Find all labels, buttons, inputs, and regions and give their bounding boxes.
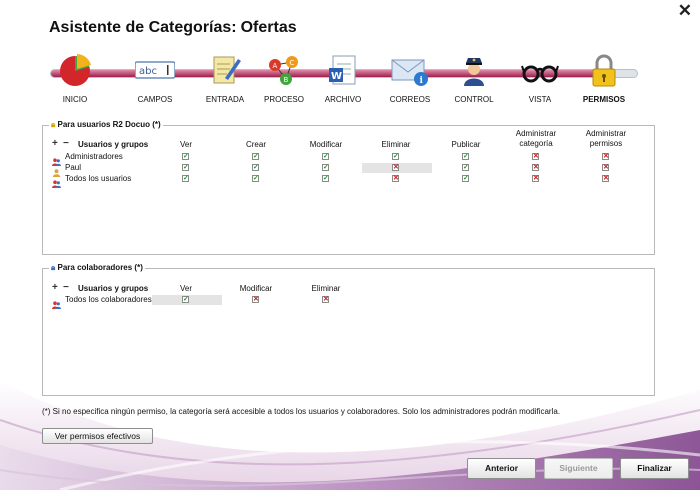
title-prefix: Asistente de Categorías: (49, 19, 237, 36)
remove-user-icon[interactable]: − (63, 139, 69, 149)
glasses-icon (521, 65, 559, 83)
permission-row-name[interactable]: Administradores (65, 152, 123, 161)
next-button[interactable]: Siguiente (544, 458, 613, 479)
padlock-icon: 🔒︎ (51, 120, 56, 129)
step-label: VISTA (528, 95, 552, 104)
svg-text:abc: abc (139, 66, 157, 77)
permission-checkbox-checked[interactable]: ✓ (182, 153, 189, 160)
footnote: (*) Si no especifica ningún permiso, la … (42, 407, 561, 416)
permission-checkbox-checked[interactable]: ✓ (182, 164, 189, 171)
permission-checkbox-checked[interactable]: ✓ (322, 164, 329, 171)
svg-text:W: W (331, 71, 342, 82)
users-panel-legend-text: Para usuarios R2 Docuo (*) (57, 120, 161, 129)
pie-chart-icon (60, 54, 91, 86)
user-group-icon (52, 296, 61, 309)
step-label: PERMISOS (582, 95, 626, 104)
col-eliminar: Eliminar (381, 140, 411, 149)
user-group-icon (52, 153, 61, 166)
col-crear: Crear (245, 140, 266, 149)
permission-checkbox-denied[interactable]: ✕ (392, 175, 399, 182)
collab-panel-legend-text: Para colaboradores (*) (57, 263, 143, 272)
col-modificar: Modificar (309, 140, 343, 149)
permission-checkbox-checked[interactable]: ✓ (182, 175, 189, 182)
step-label: CAMPOS (137, 95, 173, 104)
step-label: INICIO (62, 95, 88, 104)
view-effective-permissions-button[interactable]: Ver permisos efectivos (42, 428, 153, 444)
permission-row-name[interactable]: Paul (65, 163, 81, 172)
col-users-and-groups: Usuarios y grupos (78, 140, 149, 149)
add-user-icon[interactable]: + (52, 139, 58, 149)
permission-checkbox-denied[interactable]: ✕ (532, 175, 539, 182)
permission-row-name[interactable]: Todos los colaboradores (65, 295, 152, 304)
add-collaborator-icon[interactable]: + (52, 283, 58, 293)
permission-checkbox-checked[interactable]: ✓ (462, 164, 469, 171)
svg-text:i: i (420, 76, 424, 86)
permission-checkbox-checked[interactable]: ✓ (322, 175, 329, 182)
permission-checkbox-denied[interactable]: ✕ (602, 153, 609, 160)
edit-document-icon (213, 56, 241, 84)
step-label: CONTROL (454, 95, 494, 104)
process-circles-icon: A C B (269, 56, 298, 85)
close-icon[interactable]: ✕ (678, 2, 692, 20)
permission-checkbox-denied[interactable]: ✕ (532, 164, 539, 171)
user-group-icon (52, 175, 61, 188)
col-administrar-permisos: Administrar permisos (585, 129, 627, 148)
permission-row-name[interactable]: Todos los usuarios (65, 174, 131, 183)
col-modificar-collab: Modificar (239, 284, 273, 293)
finish-button[interactable]: Finalizar (620, 458, 689, 479)
remove-collaborator-icon[interactable]: − (63, 283, 69, 293)
previous-button[interactable]: Anterior (467, 458, 536, 479)
title-category: Ofertas (240, 19, 297, 36)
col-eliminar-collab: Eliminar (311, 284, 341, 293)
user-icon (52, 164, 61, 177)
col-administrar-categoria: Administrar categoría (515, 129, 557, 148)
page-title: Asistente de Categorías: Ofertas (49, 19, 297, 37)
permission-checkbox-denied[interactable]: ✕ (602, 164, 609, 171)
permission-checkbox-checked[interactable]: ✓ (182, 296, 189, 303)
permission-checkbox-checked[interactable]: ✓ (392, 153, 399, 160)
text-field-icon: abc (135, 61, 175, 79)
col-ver-collab: Ver (179, 284, 192, 293)
svg-text:A: A (273, 62, 278, 70)
col-users-and-groups-collab: Usuarios y grupos (78, 284, 149, 293)
step-label: ARCHIVO (324, 95, 362, 104)
permission-checkbox-denied[interactable]: ✕ (252, 296, 259, 303)
mail-icon: i (391, 59, 428, 86)
users-panel-legend: 🔒︎ Para usuarios R2 Docuo (*) (49, 120, 163, 130)
permission-checkbox-denied[interactable]: ✕ (322, 296, 329, 303)
svg-text:C: C (290, 59, 295, 67)
word-document-icon: W (329, 55, 356, 85)
permission-checkbox-checked[interactable]: ✓ (322, 153, 329, 160)
permission-checkbox-denied[interactable]: ✕ (392, 164, 399, 171)
permission-checkbox-checked[interactable]: ✓ (252, 164, 259, 171)
col-ver: Ver (179, 140, 192, 149)
police-officer-icon (464, 58, 484, 86)
padlock-icon (592, 54, 616, 87)
permission-checkbox-checked[interactable]: ✓ (252, 175, 259, 182)
col-publicar: Publicar (451, 140, 481, 149)
permission-checkbox-checked[interactable]: ✓ (462, 175, 469, 182)
permission-checkbox-checked[interactable]: ✓ (462, 153, 469, 160)
collab-panel-legend: 🔒︎ Para colaboradores (*) (49, 263, 145, 273)
permission-checkbox-denied[interactable]: ✕ (532, 153, 539, 160)
permission-checkbox-checked[interactable]: ✓ (252, 153, 259, 160)
svg-text:B: B (284, 76, 289, 84)
wizard-window: ✕ Asistente de Categorías: Ofertas INICIO… (0, 0, 700, 490)
permission-checkbox-denied[interactable]: ✕ (602, 175, 609, 182)
step-label: CORREOS (389, 95, 431, 104)
padlock-icon: 🔒︎ (51, 263, 56, 272)
